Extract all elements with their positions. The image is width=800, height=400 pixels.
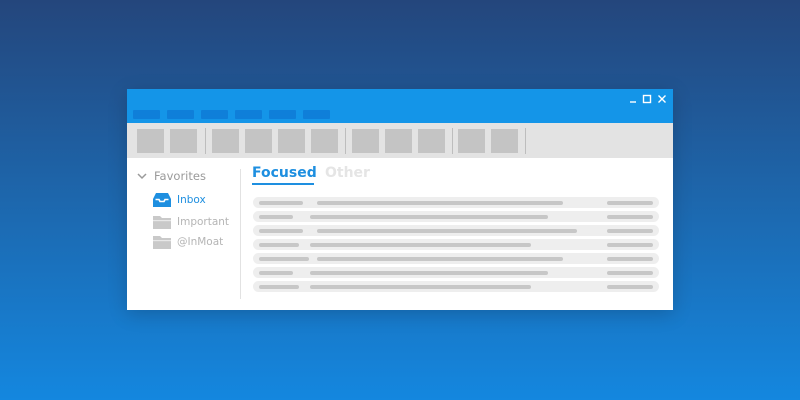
sidebar-item-label: Inbox bbox=[177, 194, 206, 206]
message-row-placeholder[interactable] bbox=[253, 225, 659, 236]
toolbar-button[interactable] bbox=[385, 129, 412, 153]
menu-tab-placeholder[interactable] bbox=[303, 110, 330, 119]
message-row-placeholder[interactable] bbox=[253, 281, 659, 292]
toolbar-button[interactable] bbox=[311, 129, 338, 153]
maximize-icon[interactable] bbox=[641, 93, 653, 105]
sidebar-item-inmoat[interactable]: @InMoat bbox=[152, 234, 223, 250]
message-row-placeholder[interactable] bbox=[253, 267, 659, 278]
toolbar-button[interactable] bbox=[137, 129, 164, 153]
toolbar-button[interactable] bbox=[418, 129, 445, 153]
toolbar bbox=[127, 123, 673, 158]
sidebar-item-label: Important bbox=[177, 216, 230, 228]
folder-icon bbox=[153, 216, 171, 229]
favorites-label: Favorites bbox=[154, 169, 206, 183]
chevron-down-icon bbox=[137, 173, 147, 180]
toolbar-separator bbox=[525, 128, 526, 154]
toolbar-separator bbox=[452, 128, 453, 154]
toolbar-button[interactable] bbox=[170, 129, 197, 153]
toolbar-button[interactable] bbox=[212, 129, 239, 153]
message-row-placeholder[interactable] bbox=[253, 197, 659, 208]
message-row-placeholder[interactable] bbox=[253, 239, 659, 250]
active-tab-indicator bbox=[252, 183, 314, 185]
sidebar-item-label: @InMoat bbox=[177, 236, 224, 248]
mail-window: Favorites Inbox Important @InMoat Focuse… bbox=[127, 89, 673, 310]
toolbar-separator bbox=[345, 128, 346, 154]
inbox-tray-icon bbox=[153, 193, 171, 207]
menu-tab-placeholder[interactable] bbox=[167, 110, 194, 119]
menu-tab-placeholder[interactable] bbox=[269, 110, 296, 119]
folder-icon bbox=[153, 236, 171, 249]
title-bar bbox=[127, 89, 673, 123]
menu-tab-placeholder[interactable] bbox=[235, 110, 262, 119]
toolbar-button[interactable] bbox=[352, 129, 379, 153]
minimize-icon[interactable] bbox=[627, 93, 639, 105]
toolbar-button[interactable] bbox=[458, 129, 485, 153]
close-icon[interactable] bbox=[656, 93, 668, 105]
menu-tab-placeholder[interactable] bbox=[133, 110, 160, 119]
tab-other[interactable]: Other bbox=[325, 165, 370, 181]
message-row-placeholder[interactable] bbox=[253, 211, 659, 222]
toolbar-button[interactable] bbox=[491, 129, 518, 153]
favorites-header[interactable]: Favorites bbox=[136, 169, 206, 183]
menu-tab-placeholder[interactable] bbox=[201, 110, 228, 119]
message-row-placeholder[interactable] bbox=[253, 253, 659, 264]
sidebar-divider bbox=[240, 169, 241, 299]
tab-focused[interactable]: Focused bbox=[252, 165, 317, 181]
toolbar-button[interactable] bbox=[278, 129, 305, 153]
sidebar-item-inbox[interactable]: Inbox bbox=[152, 192, 206, 208]
sidebar-item-important[interactable]: Important bbox=[152, 214, 229, 230]
toolbar-button[interactable] bbox=[245, 129, 272, 153]
toolbar-separator bbox=[205, 128, 206, 154]
